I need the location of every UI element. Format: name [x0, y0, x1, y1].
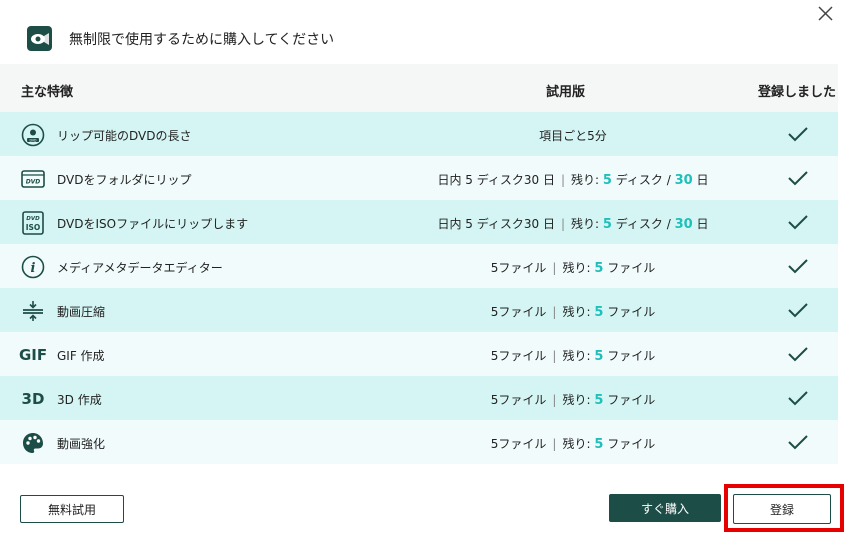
trial-value: 5ファイル | 残り: 5 ファイル [370, 303, 776, 320]
trial-value: 5ファイル | 残り: 5 ファイル [370, 347, 776, 364]
remaining-days-unit: 日 [696, 217, 709, 231]
compress-icon [20, 298, 46, 324]
remaining-unit: ファイル [607, 349, 656, 363]
trial-prefix: 日内 5 ディスク30 日 [437, 173, 555, 187]
svg-text:DVD: DVD [29, 138, 37, 142]
table-row: DVD ISO DVDをISOファイルにリップします 日内 5 ディスク30 日… [0, 200, 838, 244]
remaining-unit: ファイル [607, 261, 656, 275]
app-logo-icon [27, 26, 52, 51]
checkmark-icon [787, 432, 809, 452]
remaining-count: 5 [602, 173, 612, 188]
checkmark-icon [787, 256, 809, 276]
separator: | [552, 349, 557, 363]
feature-label: DVDをフォルダにリップ [57, 173, 192, 187]
close-icon[interactable] [814, 3, 836, 25]
gif-icon: GIF [18, 342, 48, 368]
header-trial: 試用版 [546, 85, 586, 100]
remaining-unit: ファイル [607, 437, 656, 451]
3d-icon: 3D [20, 386, 46, 412]
svg-text:i: i [31, 261, 36, 276]
table-row: GIF GIF 作成 5ファイル | 残り: 5 ファイル [0, 332, 838, 376]
remaining-count: 5 [594, 437, 604, 452]
info-icon: i [20, 254, 46, 280]
separator: | [552, 437, 557, 451]
trial-remaining-label: 残り: [571, 217, 600, 231]
remaining-unit: ディスク / [615, 173, 671, 187]
feature-label: 3D 作成 [57, 393, 102, 407]
header-feature: 主な特徴 [21, 85, 74, 100]
register-button[interactable]: 登録 [733, 494, 831, 524]
trial-value: 5ファイル | 残り: 5 ファイル [370, 391, 776, 408]
table-row: DVD リップ可能のDVDの長さ 項目ごと5分 [0, 112, 838, 156]
checkmark-icon [787, 344, 809, 364]
table-header: 主な特徴 試用版 登録しました [0, 64, 838, 112]
remaining-unit: ファイル [607, 305, 656, 319]
remaining-days: 30 [674, 173, 693, 188]
trial-plain-text: 項目ごと5分 [539, 129, 607, 143]
separator: | [552, 393, 557, 407]
checkmark-icon [787, 388, 809, 408]
trial-value: 日内 5 ディスク30 日 | 残り: 5 ディスク / 30 日 [370, 215, 776, 232]
3d-icon-text: 3D [21, 390, 45, 408]
remaining-count: 5 [594, 261, 604, 276]
remaining-unit: ファイル [607, 393, 656, 407]
separator: | [560, 217, 565, 231]
feature-label: GIF 作成 [57, 349, 105, 363]
trial-value: 日内 5 ディスク30 日 | 残り: 5 ディスク / 30 日 [370, 171, 776, 188]
remaining-count: 5 [594, 393, 604, 408]
remaining-count: 5 [594, 305, 604, 320]
buy-now-button[interactable]: すぐ購入 [609, 494, 721, 522]
remaining-days-unit: 日 [696, 173, 709, 187]
remaining-count: 5 [594, 349, 604, 364]
trial-remaining-label: 残り: [562, 349, 591, 363]
trial-remaining-label: 残り: [562, 305, 591, 319]
checkmark-icon [787, 124, 809, 144]
feature-label: メディアメタデータエディター [57, 261, 223, 275]
table-row: 動画圧縮 5ファイル | 残り: 5 ファイル [0, 288, 838, 332]
table-row: 動画強化 5ファイル | 残り: 5 ファイル [0, 420, 838, 464]
separator: | [552, 261, 557, 275]
table-row: i メディアメタデータエディター 5ファイル | 残り: 5 ファイル [0, 244, 838, 288]
gif-icon-text: GIF [18, 346, 48, 364]
remaining-count: 5 [602, 217, 612, 232]
palette-icon [20, 430, 46, 456]
trial-prefix: 5ファイル [490, 393, 547, 407]
title-bar: 無制限で使用するために購入してください [0, 0, 851, 64]
trial-prefix: 5ファイル [490, 305, 547, 319]
svg-text:ISO: ISO [26, 223, 41, 232]
remaining-days: 30 [674, 217, 693, 232]
svg-text:DVD: DVD [26, 216, 40, 222]
checkmark-icon [787, 212, 809, 232]
window-title: 無制限で使用するために購入してください [69, 32, 335, 48]
header-registered: 登録しました [758, 85, 837, 100]
trial-remaining-label: 残り: [562, 261, 591, 275]
dvd-iso-icon: DVD ISO [20, 210, 46, 236]
feature-label: 動画圧縮 [57, 305, 106, 319]
dvd-disc-icon: DVD [20, 122, 46, 148]
trial-value: 5ファイル | 残り: 5 ファイル [370, 435, 776, 452]
dvd-folder-icon: DVD [20, 166, 46, 192]
feature-label: 動画強化 [57, 437, 106, 451]
trial-prefix: 日内 5 ディスク30 日 [437, 217, 555, 231]
trial-remaining-label: 残り: [562, 393, 591, 407]
trial-remaining-label: 残り: [562, 437, 591, 451]
remaining-unit: ディスク / [615, 217, 671, 231]
trial-prefix: 5ファイル [490, 349, 547, 363]
separator: | [560, 173, 565, 187]
checkmark-icon [787, 168, 809, 188]
trial-prefix: 5ファイル [490, 261, 547, 275]
trial-value: 5ファイル | 残り: 5 ファイル [370, 259, 776, 276]
feature-label: DVDをISOファイルにリップします [57, 217, 249, 231]
free-trial-button[interactable]: 無料試用 [20, 495, 124, 523]
trial-prefix: 5ファイル [490, 437, 547, 451]
table-row: 3D 3D 作成 5ファイル | 残り: 5 ファイル [0, 376, 838, 420]
feature-table: DVD リップ可能のDVDの長さ 項目ごと5分 DVD DVDをフォルダにリップ… [0, 112, 838, 464]
trial-value: 項目ごと5分 [370, 127, 776, 144]
checkmark-icon [787, 300, 809, 320]
table-row: DVD DVDをフォルダにリップ 日内 5 ディスク30 日 | 残り: 5 ディス… [0, 156, 838, 200]
feature-label: リップ可能のDVDの長さ [57, 129, 192, 143]
separator: | [552, 305, 557, 319]
svg-text:DVD: DVD [26, 179, 41, 186]
trial-remaining-label: 残り: [571, 173, 600, 187]
